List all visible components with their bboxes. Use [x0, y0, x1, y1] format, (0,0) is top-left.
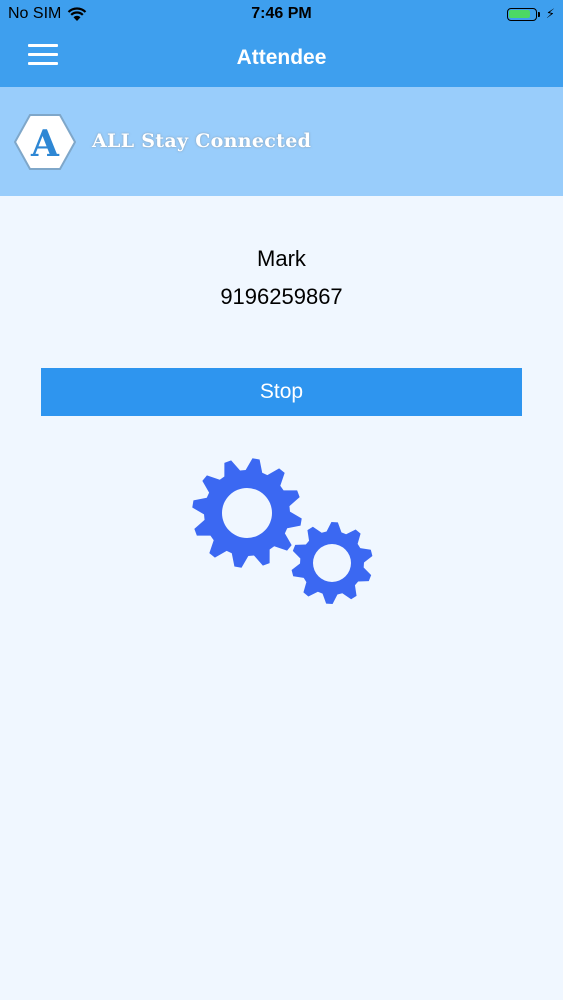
gear-small: [291, 522, 373, 604]
bolt-icon: ⚡: [545, 6, 555, 21]
battery-icon: [506, 7, 537, 21]
nav-bar: Attendee: [0, 30, 563, 87]
brand-name: ALL Stay Connected: [92, 130, 312, 152]
app-logo: A: [13, 113, 77, 176]
attendee-name: Mark: [257, 246, 306, 271]
page-title: Attendee: [236, 46, 327, 69]
stop-button[interactable]: Stop: [41, 368, 522, 416]
logo-letter: A: [30, 123, 60, 165]
clock: 7:46 PM: [251, 5, 312, 22]
battery-tip: [537, 11, 540, 17]
status-bar: No SIM 7:46 PM ⚡: [0, 0, 563, 30]
brand-banner: A ALL Stay Connected: [0, 87, 563, 196]
status-right: ⚡: [506, 6, 555, 22]
battery-level: [509, 10, 530, 18]
attendee-phone: 9196259867: [220, 284, 343, 309]
logo-hexagon: A: [13, 114, 77, 170]
gear-large: [192, 458, 302, 568]
gears-icon: [192, 458, 373, 604]
